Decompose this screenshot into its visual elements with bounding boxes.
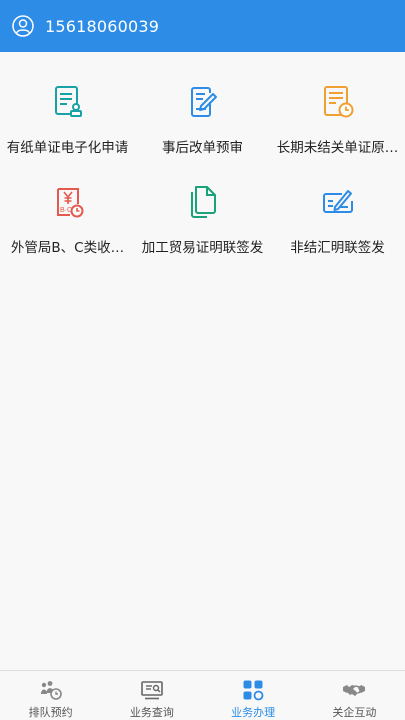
service-label: 长期未结关单证原… bbox=[276, 140, 399, 156]
tab-label: 业务查询 bbox=[129, 706, 174, 719]
document-clock-icon bbox=[323, 86, 353, 118]
receipt-yen-icon: B·C bbox=[56, 188, 83, 218]
svg-text:B·C: B·C bbox=[60, 207, 72, 214]
tab-label: 排队预约 bbox=[28, 706, 73, 719]
tab-business-handling[interactable]: 业务办理 bbox=[203, 671, 304, 720]
file-icon bbox=[190, 186, 216, 218]
service-non-settlement-certificate[interactable]: 非结汇明联签发 bbox=[270, 162, 405, 262]
service-post-modification-pre-review[interactable]: 事后改单预审 bbox=[135, 62, 270, 162]
tab-customs-enterprise-interaction[interactable]: 关企互动 bbox=[304, 671, 405, 720]
service-label: 事后改单预审 bbox=[162, 140, 243, 156]
tab-label: 关企互动 bbox=[332, 706, 377, 719]
user-avatar-icon[interactable] bbox=[12, 15, 34, 37]
signature-card-icon bbox=[322, 190, 353, 213]
service-label: 非结汇明联签发 bbox=[290, 240, 385, 256]
user-phone-number: 15618060039 bbox=[45, 16, 160, 36]
query-monitor-icon bbox=[141, 681, 163, 700]
handshake-icon bbox=[343, 685, 366, 696]
top-header: 15618060039 bbox=[0, 0, 405, 52]
document-stamp-icon bbox=[54, 86, 82, 117]
service-grid: 有纸单证电子化申请 事后改单预审 长期未结关单证原… B·C 外管局B、C类收…… bbox=[0, 62, 405, 262]
service-label: 有纸单证电子化申请 bbox=[6, 140, 129, 156]
service-label: 加工贸易证明联签发 bbox=[141, 240, 264, 256]
service-long-term-uncleared-documents[interactable]: 长期未结关单证原… bbox=[270, 62, 405, 162]
queue-people-icon bbox=[40, 681, 62, 700]
edit-form-icon bbox=[190, 87, 217, 117]
service-forex-bc-class-receipts[interactable]: B·C 外管局B、C类收… bbox=[0, 162, 135, 262]
grid-apps-icon bbox=[243, 680, 264, 701]
service-paper-document-digitization[interactable]: 有纸单证电子化申请 bbox=[0, 62, 135, 162]
service-label: 外管局B、C类收… bbox=[10, 240, 125, 256]
service-processing-trade-certificate[interactable]: 加工贸易证明联签发 bbox=[135, 162, 270, 262]
bottom-tab-bar: 排队预约 业务查询 业务办理 关企互动 bbox=[0, 670, 405, 720]
tab-business-query[interactable]: 业务查询 bbox=[101, 671, 202, 720]
tab-label: 业务办理 bbox=[231, 706, 276, 719]
tab-queue-booking[interactable]: 排队预约 bbox=[0, 671, 101, 720]
